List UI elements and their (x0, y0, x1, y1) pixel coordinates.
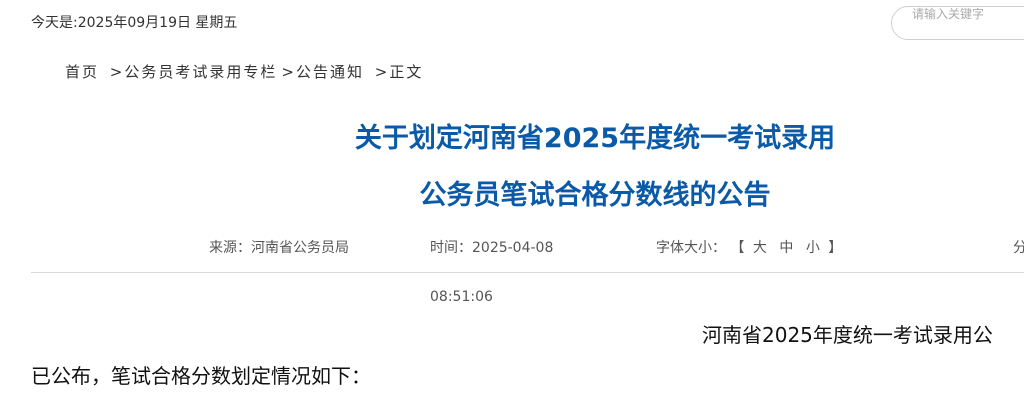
breadcrumb-notice-link[interactable]: 公告通知 (296, 63, 364, 81)
article-source: 来源：河南省公务员局 (209, 240, 349, 256)
font-size-bracket-close: 】 (828, 240, 843, 256)
page: 今天是:2025年09月19日 星期五 首页 >公务员考试录用专栏>公告通知 >… (0, 0, 1024, 400)
font-size-control: 字体大小： 【 大 中 小 】 (656, 237, 842, 257)
breadcrumb-column-link[interactable]: 公务员考试录用专栏 (124, 63, 277, 81)
breadcrumb-separator: > (281, 63, 294, 81)
font-size-label: 字体大小： (656, 240, 726, 256)
article-meta-truncated: 分 (1013, 240, 1024, 256)
article-time: 时间：2025-04-08 (430, 240, 554, 256)
breadcrumb-home-link[interactable]: 首页 (65, 63, 99, 81)
article-time-continued: 08:51:06 (430, 289, 493, 305)
font-size-bracket-open: 【 (730, 240, 745, 256)
font-size-medium-button[interactable]: 中 (779, 240, 793, 256)
breadcrumb-current: 正文 (389, 63, 424, 81)
search-input[interactable] (912, 7, 1022, 21)
font-size-large-button[interactable]: 大 (753, 240, 767, 256)
article-body-line-2: 已公布，笔试合格分数划定情况如下： (31, 364, 371, 388)
breadcrumb-separator: > (109, 63, 123, 81)
search-box[interactable] (891, 6, 1024, 40)
breadcrumb: 首页 > 公务员考试录用专栏 > 公告通知 > 正文 (65, 61, 423, 82)
article-title-line-1: 关于划定河南省2025年度统一考试录用 (354, 123, 836, 154)
meta-divider (31, 272, 1024, 273)
article-body-line-1: 河南省2025年度统一考试录用公 (702, 323, 993, 347)
current-date: 今天是:2025年09月19日 星期五 (31, 15, 238, 31)
font-size-small-button[interactable]: 小 (806, 240, 820, 256)
breadcrumb-separator: > (374, 63, 388, 81)
article-title-line-2: 公务员笔试合格分数线的公告 (419, 180, 771, 211)
